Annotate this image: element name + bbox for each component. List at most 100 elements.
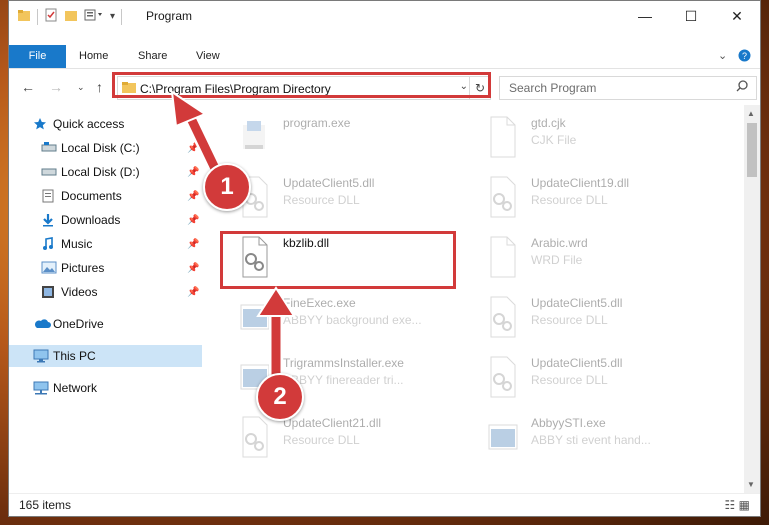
- new-folder-icon[interactable]: [64, 8, 78, 25]
- download-icon: [41, 213, 57, 227]
- sidebar-item-onedrive[interactable]: OneDrive: [9, 313, 202, 335]
- navigation-pane: Quick access Local Disk (C:) 📌 Local Dis…: [9, 109, 202, 497]
- file-name: gtd.cjk: [531, 116, 566, 130]
- maximize-button[interactable]: ☐: [668, 1, 714, 31]
- properties-icon[interactable]: [44, 8, 58, 25]
- ribbon-tabs: File Home Share View ⌄ ?: [9, 45, 760, 69]
- sidebar-item-label: Pictures: [61, 261, 105, 275]
- separator: [121, 8, 123, 25]
- sidebar-item-label: OneDrive: [53, 317, 104, 331]
- scroll-thumb[interactable]: [747, 123, 757, 177]
- list-item[interactable]: UpdateClient19.dll Resource DLL: [475, 173, 695, 223]
- file-name: UpdateClient5.dll: [531, 296, 623, 310]
- tab-file[interactable]: File: [9, 45, 66, 68]
- status-bar: 165 items ☷ ▦: [9, 493, 760, 516]
- separator: [37, 8, 38, 25]
- dll-icon: [485, 355, 519, 399]
- sidebar-item-downloads[interactable]: Downloads 📌: [9, 209, 202, 231]
- folder-icon: [17, 8, 31, 25]
- scroll-down-icon[interactable]: ▼: [747, 480, 755, 489]
- forward-icon[interactable]: →: [49, 79, 63, 95]
- pin-icon[interactable]: 📌: [187, 239, 199, 250]
- search-input[interactable]: Search Program: [499, 76, 757, 100]
- details-view-icon[interactable]: ☷: [725, 498, 736, 512]
- sidebar-item-quick-access[interactable]: Quick access: [9, 113, 202, 135]
- quick-access-toolbar: ▾: [17, 8, 123, 25]
- pin-icon[interactable]: 📌: [187, 287, 199, 298]
- list-item[interactable]: gtd.cjk CJK File: [475, 113, 695, 163]
- close-button[interactable]: ✕: [714, 1, 760, 31]
- dll-icon: [237, 415, 271, 459]
- file-desc: Resource DLL: [283, 193, 360, 207]
- up-icon[interactable]: ↑: [96, 79, 103, 95]
- pin-icon[interactable]: 📌: [187, 215, 199, 226]
- sidebar-item-music[interactable]: Music 📌: [9, 233, 202, 255]
- vertical-scrollbar[interactable]: ▲ ▼: [744, 105, 760, 493]
- file-desc: Resource DLL: [531, 193, 608, 207]
- chevron-down-icon[interactable]: ▾: [110, 11, 115, 22]
- pictures-icon: [41, 261, 57, 275]
- sidebar-item-documents[interactable]: Documents 📌: [9, 185, 202, 207]
- pin-icon[interactable]: 📌: [187, 191, 199, 202]
- address-highlight-box: [112, 72, 491, 98]
- scroll-up-icon[interactable]: ▲: [747, 109, 755, 118]
- list-item[interactable]: FineExec.exe ABBYY background exe...: [227, 293, 447, 343]
- sidebar-item-local-disk-c[interactable]: Local Disk (C:) 📌: [9, 137, 202, 159]
- file-name: UpdateClient19.dll: [531, 176, 630, 190]
- file-name: AbbyySTI.exe: [531, 416, 606, 430]
- cloud-icon: [33, 317, 51, 331]
- svg-text:?: ?: [742, 51, 747, 61]
- list-item[interactable]: UpdateClient5.dll Resource DLL: [475, 353, 695, 403]
- search-icon: [736, 80, 748, 95]
- pin-icon[interactable]: 📌: [187, 143, 199, 154]
- file-name: UpdateClient5.dll: [531, 356, 623, 370]
- file-desc: Resource DLL: [283, 433, 360, 447]
- file-desc: Resource DLL: [531, 373, 608, 387]
- expand-ribbon-icon[interactable]: ⌄: [718, 49, 727, 62]
- sidebar-item-network[interactable]: Network: [9, 377, 202, 399]
- sidebar-item-pictures[interactable]: Pictures 📌: [9, 257, 202, 279]
- sidebar-item-this-pc[interactable]: This PC: [9, 345, 202, 367]
- list-item[interactable]: program.exe: [227, 113, 447, 163]
- large-icons-view-icon[interactable]: ▦: [739, 498, 750, 512]
- tab-home[interactable]: Home: [79, 45, 108, 68]
- file-desc: Resource DLL: [531, 313, 608, 327]
- app-icon: [485, 415, 519, 459]
- pin-icon[interactable]: 📌: [187, 167, 199, 178]
- drive-icon: [41, 141, 57, 155]
- minimize-button[interactable]: —: [622, 1, 668, 31]
- pin-icon[interactable]: 📌: [187, 263, 199, 274]
- file-name: TrigrammsInstaller.exe: [283, 356, 404, 370]
- documents-icon: [41, 189, 57, 203]
- sidebar-item-label: This PC: [53, 349, 96, 363]
- list-item[interactable]: UpdateClient5.dll Resource DLL: [475, 293, 695, 343]
- network-icon: [33, 381, 49, 395]
- tab-share[interactable]: Share: [138, 45, 167, 68]
- item-count: 165 items: [19, 498, 72, 512]
- sidebar-item-videos[interactable]: Videos 📌: [9, 281, 202, 303]
- customize-icon[interactable]: [84, 8, 104, 25]
- view-toggle: ☷ ▦: [725, 498, 750, 512]
- music-icon: [41, 237, 57, 251]
- list-item[interactable]: UpdateClient21.dll Resource DLL: [227, 413, 447, 463]
- back-icon[interactable]: ←: [21, 79, 35, 95]
- sidebar-item-label: Videos: [61, 285, 98, 299]
- step-2-marker: 2: [256, 373, 304, 421]
- title-bar: ▾ Program — ☐ ✕: [9, 1, 760, 31]
- tab-view[interactable]: View: [196, 45, 220, 68]
- file-name: UpdateClient5.dll: [283, 176, 375, 190]
- sidebar-item-label: Local Disk (C:): [61, 141, 140, 155]
- list-item[interactable]: Arabic.wrd WRD File: [475, 233, 695, 283]
- star-icon: [33, 117, 49, 131]
- file-name: Arabic.wrd: [531, 236, 588, 250]
- recent-locations-icon[interactable]: ⌄: [77, 82, 85, 93]
- list-item[interactable]: UpdateClient5.dll Resource DLL: [227, 173, 447, 223]
- search-placeholder: Search Program: [509, 81, 597, 95]
- help-icon[interactable]: ?: [738, 49, 751, 65]
- file-list: program.exe gtd.cjk CJK File UpdateClien…: [219, 109, 739, 489]
- dll-icon: [485, 175, 519, 219]
- sidebar-item-local-disk-d[interactable]: Local Disk (D:) 📌: [9, 161, 202, 183]
- file-desc: WRD File: [531, 253, 583, 267]
- list-item[interactable]: AbbyySTI.exe ABBY sti event hand...: [475, 413, 695, 463]
- sidebar-item-label: Music: [61, 237, 93, 251]
